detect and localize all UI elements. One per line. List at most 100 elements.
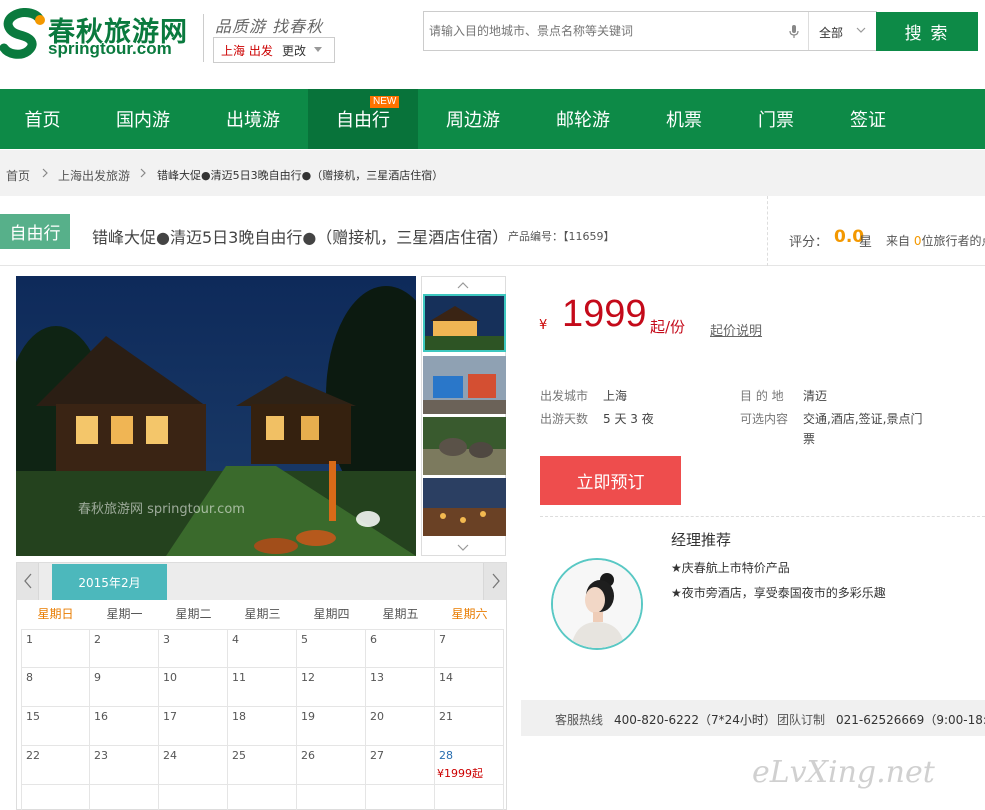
calendar-day-cell	[366, 785, 435, 810]
calendar-day-cell: 17	[159, 707, 228, 746]
calendar-day-cell: 11	[228, 668, 297, 707]
thumbnail-2[interactable]	[423, 356, 506, 414]
nav-item-flights[interactable]: 机票	[638, 89, 730, 149]
nav-item-independent[interactable]: 自由行 NEW	[308, 89, 418, 149]
rating-label: 评分：	[789, 235, 829, 250]
chevron-down-icon	[314, 47, 322, 52]
calendar-day-number: 7	[439, 633, 446, 646]
nav-item-outbound[interactable]: 出境游	[198, 89, 308, 149]
manager-recommend-line: ★夜市旁酒店，享受泰国夜市的多彩乐趣	[671, 586, 886, 600]
options-value: 交通,酒店,签证,景点门	[803, 412, 923, 426]
brand-name-en[interactable]: springtour.com	[48, 39, 172, 59]
group-order-label: 团队订制	[777, 713, 826, 727]
calendar-day-cell: 20	[366, 707, 435, 746]
calendar-day-cell: 18	[228, 707, 297, 746]
calendar-weekday: 星期三	[244, 607, 281, 621]
calendar-day-number: 24	[163, 749, 177, 762]
search-button[interactable]: 搜 索	[876, 12, 978, 51]
breadcrumb-home[interactable]: 首页	[6, 167, 30, 184]
price-currency: ¥	[539, 318, 548, 333]
calendar-weekday: 星期二	[175, 607, 212, 621]
calendar-day-cell	[21, 785, 90, 810]
calendar-day-cell: 21	[435, 707, 504, 746]
manager-recommend-line: ★庆春航上市特价产品	[671, 561, 790, 575]
search-scope-select[interactable]: 全部	[808, 12, 878, 50]
search-input[interactable]	[424, 12, 784, 50]
calendar-day-cell: 16	[90, 707, 159, 746]
nav-item-nearby[interactable]: 周边游	[418, 89, 528, 149]
current-city: 上海 出发	[221, 44, 273, 58]
springtour-logo-icon[interactable]	[0, 8, 48, 60]
calendar-weekday: 星期四	[313, 607, 350, 621]
departure-calendar: 2015年2月 星期日 星期一 星期二 星期三 星期四 星期五 星期六 1 2 3 4 5 6 7 8 9 10…	[16, 562, 507, 810]
calendar-day-number: 28	[439, 749, 453, 762]
calendar-day-number: 25	[232, 749, 246, 762]
depart-city-value: 上海	[603, 389, 628, 403]
departure-city-selector[interactable]: 上海 出发 更改	[213, 37, 335, 63]
book-now-button[interactable]: 立即预订	[540, 456, 681, 505]
calendar-day-number: 19	[301, 710, 315, 723]
calendar-day-number: 21	[439, 710, 453, 723]
calendar-day-cell: 23	[90, 746, 159, 785]
calendar-day-cell: 6	[366, 629, 435, 668]
calendar-day-number: 17	[163, 710, 177, 723]
reviews-prefix: 来自	[886, 234, 911, 248]
nav-item-home[interactable]: 首页	[0, 89, 85, 149]
microphone-icon[interactable]	[789, 25, 799, 39]
thumbnail-strip	[421, 276, 506, 556]
calendar-day-number: 22	[26, 749, 40, 762]
calendar-weekday: 星期日	[37, 607, 74, 621]
thumbnail-1[interactable]	[423, 294, 506, 352]
price-unit: 起/份	[650, 318, 686, 336]
nav-item-domestic[interactable]: 国内游	[88, 89, 198, 149]
calendar-month-tab[interactable]: 2015年2月	[52, 564, 167, 600]
nav-item-cruise[interactable]: 邮轮游	[528, 89, 638, 149]
price-note-link[interactable]: 起价说明	[710, 320, 762, 339]
calendar-day-number: 8	[26, 671, 33, 684]
product-code: 产品编号：【11659】	[508, 230, 615, 243]
calendar-day-number: 12	[301, 671, 315, 684]
calendar-day-number: 4	[232, 633, 239, 646]
change-city-label[interactable]: 更改	[282, 42, 306, 59]
chevron-right-icon	[140, 168, 146, 178]
calendar-prev-button[interactable]	[17, 563, 39, 600]
calendar-day-cell: 5	[297, 629, 366, 668]
calendar-day-cell	[90, 785, 159, 810]
calendar-next-button[interactable]	[483, 563, 506, 600]
calendar-day-number: 20	[370, 710, 384, 723]
avatar	[551, 558, 643, 650]
calendar-day-number: 27	[370, 749, 384, 762]
search-scope-value: 全部	[819, 26, 844, 40]
nav-item-visa[interactable]: 签证	[822, 89, 914, 149]
chevron-down-icon[interactable]	[422, 540, 505, 556]
calendar-day-cell: 1	[21, 629, 90, 668]
nav-item-independent-label: 自由行	[336, 110, 390, 131]
calendar-day-cell: 7	[435, 629, 504, 668]
calendar-day-cell: 12	[297, 668, 366, 707]
main-photo[interactable]: 春秋旅游网 springtour.com	[16, 276, 416, 556]
calendar-day-number: 23	[94, 749, 108, 762]
calendar-day-number: 16	[94, 710, 108, 723]
breadcrumb-shanghai[interactable]: 上海出发旅游	[58, 167, 130, 184]
product-title: 错峰大促●清迈5日3晚自由行●（赠接机，三星酒店住宿）	[92, 228, 509, 247]
manager-photo	[553, 560, 641, 648]
options-label: 可选内容	[740, 412, 789, 426]
calendar-weekday: 星期五	[382, 607, 419, 621]
calendar-day-number: 9	[94, 671, 101, 684]
title-divider	[767, 196, 768, 266]
calendar-day-cell: 10	[159, 668, 228, 707]
hotline-bar: 客服热线 400-820-6222（7*24小时） 团队订制 021-62526…	[521, 700, 985, 736]
chevron-up-icon[interactable]	[422, 277, 505, 293]
calendar-day-cell: 9	[90, 668, 159, 707]
calendar-day-cell: 24	[159, 746, 228, 785]
calendar-day-cell: 14	[435, 668, 504, 707]
chevron-down-icon	[856, 27, 866, 33]
nav-item-tickets[interactable]: 门票	[730, 89, 822, 149]
reviews-suffix: 位旅行者的点	[921, 234, 985, 248]
reviews-count-text[interactable]: 来自 0位旅行者的点	[886, 232, 985, 249]
calendar-day-cell[interactable]: 28 ¥1999起	[435, 746, 504, 785]
calendar-day-cell: 25	[228, 746, 297, 785]
thumbnail-4[interactable]	[423, 478, 506, 536]
trip-days-value: 5 天 3 夜	[603, 412, 654, 426]
thumbnail-3[interactable]	[423, 417, 506, 475]
